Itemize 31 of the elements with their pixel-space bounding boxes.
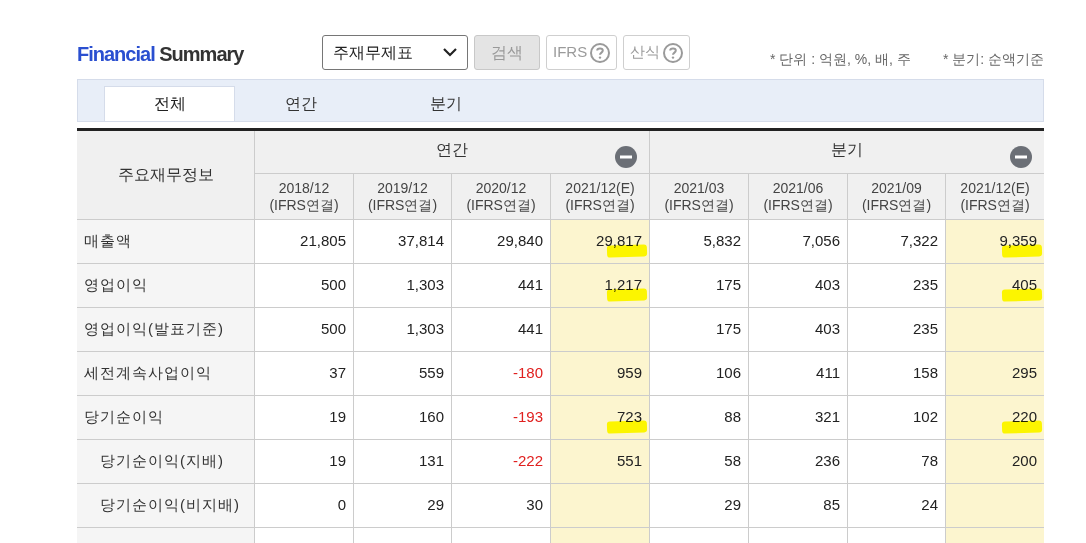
collapse-icon[interactable] xyxy=(1010,146,1032,168)
row-label: 매출액 xyxy=(77,220,255,263)
unit-note: * 단위 : 억원, %, 배, 주 xyxy=(770,50,911,69)
help-icon xyxy=(590,42,611,63)
table-cell: 220 xyxy=(946,396,1044,439)
row-label: 당기순이익 xyxy=(77,396,255,439)
collapse-icon[interactable] xyxy=(615,146,637,168)
table-cell: 9,359 xyxy=(946,220,1044,263)
tab[interactable]: 전체 xyxy=(104,86,235,121)
table-cell: 959 xyxy=(551,352,649,395)
tab[interactable]: 분기 xyxy=(380,86,511,121)
table-cell: 405 xyxy=(946,264,1044,307)
row-label: 영업이익(발표기준) xyxy=(77,308,255,351)
table-cell: 29,817 xyxy=(551,220,649,263)
table-cell: 200 xyxy=(946,440,1044,483)
unit-note: * 분기: 순액기준 xyxy=(942,50,1044,69)
page-title: Financial Summary xyxy=(77,42,244,67)
chevron-icon xyxy=(443,48,457,57)
statement-select[interactable]: 주재무제표 xyxy=(322,35,468,70)
table-cell: 295 xyxy=(946,352,1044,395)
group-header: 연간 xyxy=(436,140,468,160)
table-cell: 1,217 xyxy=(551,264,649,307)
group-header: 분기 xyxy=(831,140,863,160)
row-label: 당기순이익(비지배) xyxy=(77,484,255,527)
tab[interactable]: 연간 xyxy=(235,86,366,121)
table-cell: 723 xyxy=(551,396,649,439)
row-label: 세전계속사업이익 xyxy=(77,352,255,395)
help-icon xyxy=(663,42,684,63)
table-cell: 551 xyxy=(551,440,649,483)
row-label: 영업이익 xyxy=(77,264,255,307)
row-label: 당기순이익(지배) xyxy=(77,440,255,483)
